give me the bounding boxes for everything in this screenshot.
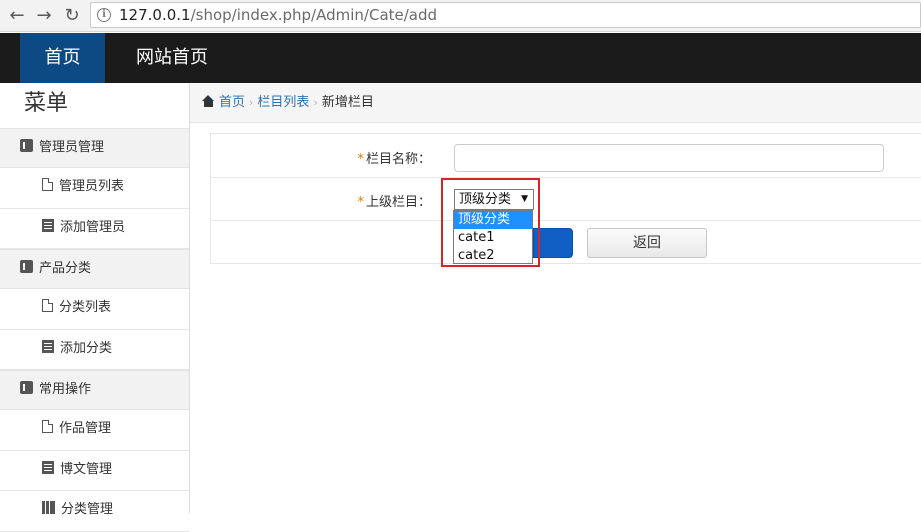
nav-site-home[interactable]: 网站首页 (120, 33, 224, 83)
breadcrumb-home[interactable]: 首页 (219, 95, 245, 110)
back-arrow-icon[interactable]: ← (6, 5, 28, 27)
option-top-level[interactable]: 顶级分类 (454, 211, 532, 229)
forward-arrow-icon[interactable]: → (33, 5, 55, 27)
browser-toolbar: ← → ↻ i 127.0.0.1/shop/index.php/Admin/C… (0, 0, 921, 32)
breadcrumb-current: 新增栏目 (321, 95, 374, 110)
chevron-right-icon: › (313, 96, 318, 109)
form-row-name: * 栏目名称： (211, 134, 921, 178)
dropdown-arrow-icon: ▼ (521, 194, 528, 204)
user-card-icon (20, 260, 33, 273)
top-navbar: 首页 网站首页 (0, 33, 921, 83)
list-icon (42, 218, 54, 232)
sidebar-item-works[interactable]: 作品管理 (0, 410, 189, 451)
chevron-right-icon: › (249, 96, 254, 109)
option-cate1[interactable]: cate1 (454, 229, 532, 247)
info-icon[interactable]: i (97, 8, 111, 22)
breadcrumb-cate-list[interactable]: 栏目列表 (257, 95, 309, 110)
sidebar-item-category-manage[interactable]: 分类管理 (0, 491, 189, 532)
name-label: * 栏目名称： (357, 152, 431, 167)
back-button[interactable]: 返回 (587, 228, 707, 258)
sidebar-group-admin[interactable]: 管理员管理 (0, 128, 189, 168)
parent-category-select[interactable]: 顶级分类 ▼ (454, 189, 534, 210)
file-icon (42, 299, 53, 312)
books-icon (42, 501, 55, 514)
required-mark: * (357, 195, 364, 210)
sidebar-item-admin-list[interactable]: 管理员列表 (0, 168, 189, 209)
sidebar-item-add-admin[interactable]: 添加管理员 (0, 208, 189, 249)
file-icon (42, 178, 53, 191)
reload-icon[interactable]: ↻ (61, 5, 83, 27)
breadcrumb: 首页 › 栏目列表 › 新增栏目 (190, 83, 921, 123)
home-icon (202, 95, 215, 107)
sidebar-title: 菜单 (24, 91, 69, 116)
category-name-input[interactable] (454, 144, 884, 172)
address-bar[interactable]: i 127.0.0.1/shop/index.php/Admin/Cate/ad… (90, 2, 921, 28)
user-card-icon (20, 381, 33, 394)
list-icon (42, 339, 54, 353)
parent-label: * 上级栏目： (357, 195, 431, 210)
sidebar-item-blog[interactable]: 博文管理 (0, 450, 189, 491)
submit-button[interactable] (533, 228, 573, 258)
url-text: 127.0.0.1/shop/index.php/Admin/Cate/add (119, 6, 438, 24)
sidebar-group-category[interactable]: 产品分类 (0, 249, 189, 289)
list-icon (42, 460, 54, 474)
nav-home[interactable]: 首页 (20, 33, 105, 83)
file-icon (42, 420, 53, 433)
option-cate2[interactable]: cate2 (454, 247, 532, 265)
sidebar: 菜单 管理员管理 管理员列表 添加管理员 产品分类 分类列表 添加分类 常用操作… (0, 83, 190, 532)
form-row-parent: * 上级栏目： 顶级分类 ▼ (211, 178, 921, 221)
user-card-icon (20, 139, 33, 152)
sidebar-item-add-category[interactable]: 添加分类 (0, 329, 189, 370)
sidebar-item-category-list[interactable]: 分类列表 (0, 289, 189, 330)
parent-category-options: 顶级分类 cate1 cate2 (453, 210, 533, 264)
sidebar-group-common[interactable]: 常用操作 (0, 370, 189, 410)
required-mark: * (357, 152, 364, 167)
